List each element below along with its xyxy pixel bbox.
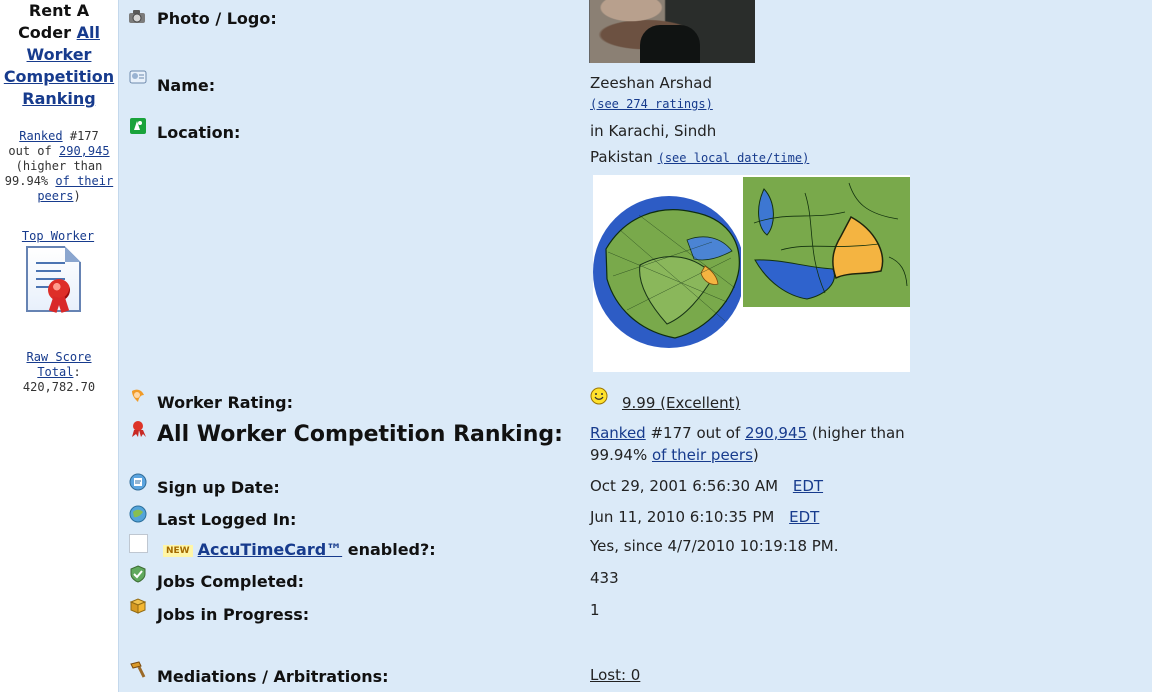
- signup-icon: [129, 473, 147, 491]
- sidebar-peers-link[interactable]: peers: [37, 189, 73, 203]
- signup-date-row: Oct 29, 2001 6:56:30 AM EDT: [590, 477, 823, 496]
- all-ranking-link[interactable]: All: [77, 23, 100, 42]
- shield-icon: [130, 565, 146, 583]
- rating-icon: [132, 389, 144, 402]
- sidebar-peer-total-link[interactable]: 290,945: [59, 144, 110, 158]
- accutime-label: NEW AccuTimeCard™ enabled?:: [163, 540, 436, 559]
- ranking-link[interactable]: Ranking: [0, 88, 118, 110]
- worker-rating-label: Worker Rating:: [157, 393, 293, 412]
- sidebar-rank-number: #177: [69, 129, 99, 143]
- sidebar-out-of: out of: [8, 144, 52, 158]
- new-badge: NEW: [163, 544, 193, 557]
- ratings-link-row: (see 274 ratings): [590, 94, 713, 114]
- last-logged-value: Jun 11, 2010 6:10:35 PM: [590, 508, 775, 526]
- last-logged-label: Last Logged In:: [157, 510, 297, 529]
- last-logged-row: Jun 11, 2010 6:10:35 PM EDT: [590, 508, 819, 527]
- signup-date-value: Oct 29, 2001 6:56:30 AM: [590, 477, 779, 495]
- ranking-peers-link[interactable]: of their peers: [652, 446, 753, 464]
- raw-score-value: 420,782.70: [22, 380, 96, 394]
- mediations-label: Mediations / Arbitrations:: [157, 667, 389, 686]
- sidebar-ranking-title: Rent A Coder All Worker Competition Rank…: [0, 0, 118, 110]
- raw-score-link[interactable]: Raw Score: [5, 350, 113, 365]
- all-worker-ranking-label: All Worker Competition Ranking:: [157, 422, 563, 447]
- profile-photo: [589, 0, 755, 63]
- location-map: [593, 175, 910, 372]
- see-ratings-link[interactable]: (see 274 ratings): [590, 97, 713, 111]
- location-country-value: Pakistan: [590, 148, 653, 166]
- jobs-in-progress-value: 1: [590, 601, 600, 619]
- name-label: Name:: [157, 76, 216, 95]
- top-worker-certificate-icon[interactable]: [26, 246, 81, 312]
- all-worker-ranking-line-one: Ranked #177 out of 290,945 (higher than: [590, 424, 905, 443]
- sidebar-ranked-link[interactable]: Ranked: [19, 129, 62, 143]
- sidebar-percent-line: 99.94% of their: [0, 174, 124, 189]
- accutimecard-link[interactable]: AccuTimeCard™: [198, 540, 343, 559]
- raw-score-total-colon: :: [73, 365, 81, 379]
- jobs-in-progress-label: Jobs in Progress:: [157, 605, 310, 624]
- hammer-icon: [130, 661, 146, 678]
- ranking-close-text: ): [752, 446, 759, 464]
- competition-ranking-link[interactable]: Competition: [0, 66, 118, 88]
- ranking-sidebar: Rent A Coder All Worker Competition Rank…: [0, 0, 118, 692]
- signup-timezone-link[interactable]: EDT: [793, 477, 823, 495]
- raw-score-summary: Raw Score Total: 420,782.70: [5, 350, 113, 395]
- sidebar-out-of-line: out of 290,945: [0, 144, 124, 159]
- worker-ranking-link[interactable]: Worker: [0, 44, 118, 66]
- location-label: Location:: [157, 123, 241, 142]
- last-logged-timezone-link[interactable]: EDT: [789, 508, 819, 526]
- globe-icon: [129, 505, 147, 523]
- worker-name-value: Zeeshan Arshad: [590, 74, 712, 92]
- top-worker-link[interactable]: Top Worker: [8, 229, 108, 244]
- ranking-total-link[interactable]: 290,945: [745, 424, 807, 442]
- ranking-percent-text: 99.94%: [590, 446, 648, 464]
- mediations-lost-link[interactable]: Lost: 0: [590, 666, 640, 685]
- local-date-time-link[interactable]: (see local date/time): [658, 151, 810, 165]
- accutime-checkbox[interactable]: [129, 534, 148, 553]
- award-ribbon-icon: [48, 279, 70, 301]
- location-icon: [130, 118, 146, 134]
- sidebar-rank-summary: Ranked #177 out of 290,945 (higher than …: [0, 129, 124, 204]
- sidebar-of-their-link[interactable]: of their: [55, 174, 113, 188]
- jobs-completed-value: 433: [590, 569, 619, 587]
- sidebar-higher-than: (higher than: [15, 159, 103, 173]
- sidebar-ranked-line: Ranked #177: [0, 129, 124, 144]
- location-country-row: Pakistan (see local date/time): [590, 148, 809, 168]
- sidebar-title-coder: Coder: [18, 23, 71, 42]
- photo-logo-label: Photo / Logo:: [157, 9, 277, 28]
- worker-profile-page: Rent A Coder All Worker Competition Rank…: [0, 0, 1152, 692]
- camera-icon: [129, 10, 145, 23]
- name-card-icon: [129, 70, 147, 84]
- box-icon: [129, 598, 147, 614]
- panel-divider: [118, 0, 119, 692]
- accutime-label-suffix: enabled?:: [342, 540, 436, 559]
- ribbon-icon: [132, 421, 146, 437]
- sidebar-title-line-one: Rent A: [28, 1, 90, 20]
- raw-score-total-line: Total:: [5, 365, 113, 380]
- ranking-ranked-link[interactable]: Ranked: [590, 424, 646, 442]
- sidebar-title-line-two: Coder All: [0, 22, 118, 44]
- ranking-higher-than-text: (higher than: [811, 424, 905, 442]
- location-city-value: in Karachi, Sindh: [590, 122, 717, 140]
- jobs-completed-label: Jobs Completed:: [157, 572, 305, 591]
- all-worker-ranking-line-two: 99.94% of their peers): [590, 446, 759, 465]
- ranking-position-text: #177 out of: [650, 424, 741, 442]
- sidebar-peers-close: ): [73, 189, 81, 203]
- signup-date-label: Sign up Date:: [157, 478, 280, 497]
- worker-rating-link[interactable]: 9.99 (Excellent): [622, 394, 740, 413]
- raw-score-total-link[interactable]: Total: [37, 365, 73, 379]
- smiley-icon: [590, 387, 608, 405]
- sidebar-percent: 99.94%: [4, 174, 49, 188]
- sidebar-peers-line: peers): [0, 189, 124, 204]
- accutime-value: Yes, since 4/7/2010 10:19:18 PM.: [590, 537, 839, 555]
